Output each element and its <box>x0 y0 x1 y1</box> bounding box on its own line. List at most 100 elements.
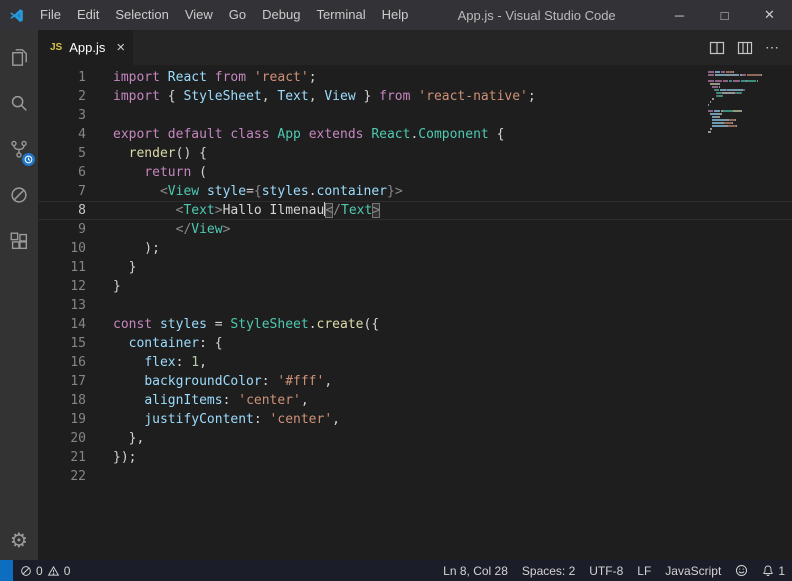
maximize-button[interactable]: □ <box>702 0 747 30</box>
menu-help[interactable]: Help <box>374 0 417 30</box>
code-token: import <box>113 89 160 104</box>
code-token: const <box>113 317 152 332</box>
window-controls: ─ □ ✕ <box>657 0 792 30</box>
code-token <box>113 336 129 351</box>
code-token: > <box>372 203 380 218</box>
code-line[interactable]: 3 <box>38 106 792 125</box>
code-token: ({ <box>364 317 380 332</box>
menu-debug[interactable]: Debug <box>254 0 308 30</box>
extensions-icon[interactable] <box>0 218 38 264</box>
feedback-smiley-icon[interactable] <box>728 560 755 581</box>
minimap-line <box>708 125 782 127</box>
code-line[interactable]: 7 <View style={styles.container}> <box>38 182 792 201</box>
code-token: styles <box>262 184 309 199</box>
code-line[interactable]: 17 backgroundColor: '#fff', <box>38 372 792 391</box>
line-number: 5 <box>38 144 86 163</box>
menu-file[interactable]: File <box>32 0 69 30</box>
code-token: class <box>230 127 269 142</box>
debug-icon-svg <box>8 184 30 206</box>
toggle-editor-layout-icon[interactable] <box>737 40 753 56</box>
code-token: 'center' <box>238 393 301 408</box>
code-line[interactable]: 19 justifyContent: 'center', <box>38 410 792 429</box>
minimap[interactable] <box>708 71 782 137</box>
more-actions-icon[interactable]: ⋯ <box>765 39 780 56</box>
explorer-icon[interactable] <box>0 34 38 80</box>
minimap-line <box>708 101 782 103</box>
code-token: styles <box>160 317 207 332</box>
code-line[interactable]: 18 alignItems: 'center', <box>38 391 792 410</box>
settings-gear-icon[interactable]: ⚙ <box>10 530 28 550</box>
line-number: 4 <box>38 125 86 144</box>
code-line[interactable]: 22 <box>38 467 792 486</box>
code-token <box>152 317 160 332</box>
code-line[interactable]: 5 render() { <box>38 144 792 163</box>
code-line[interactable]: 2import { StyleSheet, Text, View } from … <box>38 87 792 106</box>
code-token: container <box>317 184 387 199</box>
minimap-line <box>708 86 782 88</box>
code-line[interactable]: 21}); <box>38 448 792 467</box>
code-token: return <box>144 165 191 180</box>
cursor-position[interactable]: Ln 8, Col 28 <box>436 560 515 581</box>
explorer-icon-svg <box>8 46 31 69</box>
code-token: create <box>317 317 364 332</box>
code-token <box>160 70 168 85</box>
code-line[interactable]: 9 </View> <box>38 220 792 239</box>
code-token: > <box>215 203 223 218</box>
search-icon[interactable] <box>0 80 38 126</box>
tab-close-icon[interactable]: × <box>116 40 125 55</box>
close-button[interactable]: ✕ <box>747 0 792 30</box>
line-number: 3 <box>38 106 86 125</box>
language-indicator[interactable]: JavaScript <box>658 560 728 581</box>
code-token: > <box>395 184 403 199</box>
minimap-line <box>708 113 782 115</box>
activity-bar: ⚙ <box>0 30 38 560</box>
code-line[interactable]: 6 return ( <box>38 163 792 182</box>
menu-terminal[interactable]: Terminal <box>308 0 373 30</box>
minimap-line <box>708 128 782 130</box>
code-line[interactable]: 1import React from 'react'; <box>38 68 792 87</box>
code-line[interactable]: 11 } <box>38 258 792 277</box>
line-number: 7 <box>38 182 86 201</box>
code-token: 'react-native' <box>418 89 528 104</box>
menu-go[interactable]: Go <box>221 0 254 30</box>
line-number: 11 <box>38 258 86 277</box>
tab-appjs[interactable]: JS App.js × <box>38 30 133 65</box>
code-line[interactable]: 13 <box>38 296 792 315</box>
split-editor-icon[interactable] <box>709 40 725 56</box>
menu-selection[interactable]: Selection <box>107 0 176 30</box>
warning-count: 0 <box>64 564 71 578</box>
menu-view[interactable]: View <box>177 0 221 30</box>
code-line[interactable]: 14const styles = StyleSheet.create({ <box>38 315 792 334</box>
notifications-bell[interactable]: 1 <box>755 560 792 581</box>
clock-icon <box>24 155 33 164</box>
code-line[interactable]: 8 <Text>Hallo Ilmenau</Text> <box>38 201 792 220</box>
debug-icon[interactable] <box>0 172 38 218</box>
menu-edit[interactable]: Edit <box>69 0 107 30</box>
code-line[interactable]: 12} <box>38 277 792 296</box>
minimize-button[interactable]: ─ <box>657 0 702 30</box>
code-line[interactable]: 15 container: { <box>38 334 792 353</box>
minimap-line <box>708 92 782 94</box>
code-token <box>113 393 144 408</box>
code-line[interactable]: 4export default class App extends React.… <box>38 125 792 144</box>
code-token: default <box>168 127 223 142</box>
source-control-icon[interactable] <box>0 126 38 172</box>
code-editor[interactable]: 1import React from 'react';2import { Sty… <box>38 65 792 560</box>
code-token: View <box>324 89 355 104</box>
code-line[interactable]: 10 ); <box>38 239 792 258</box>
remote-indicator[interactable] <box>0 560 13 581</box>
eol-indicator[interactable]: LF <box>630 560 658 581</box>
minimap-line <box>708 119 782 121</box>
code-lines: 1import React from 'react';2import { Sty… <box>38 68 792 486</box>
line-number: 8 <box>38 201 86 220</box>
editor-actions: ⋯ <box>709 30 792 65</box>
encoding-indicator[interactable]: UTF-8 <box>582 560 630 581</box>
code-token: . <box>309 184 317 199</box>
code-line[interactable]: 16 flex: 1, <box>38 353 792 372</box>
code-line[interactable]: 20 }, <box>38 429 792 448</box>
errors-warnings[interactable]: 0 0 <box>13 560 77 581</box>
code-token <box>199 184 207 199</box>
indentation-indicator[interactable]: Spaces: 2 <box>515 560 582 581</box>
code-token: Text <box>341 203 372 218</box>
line-number: 22 <box>38 467 86 486</box>
